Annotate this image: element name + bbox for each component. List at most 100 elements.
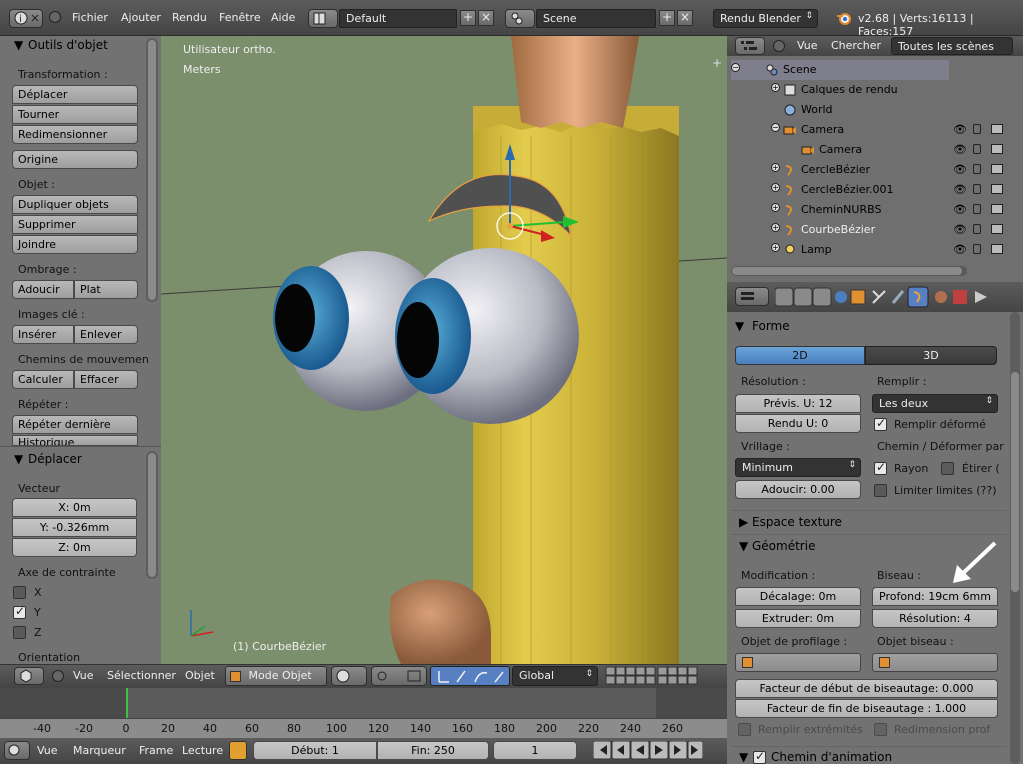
properties-editor-button[interactable] bbox=[735, 287, 769, 306]
shading-mode-button[interactable] bbox=[331, 666, 367, 686]
outliner-row[interactable]: − Scene bbox=[727, 60, 1023, 80]
twist-method-dropdown[interactable]: Minimum ⇕ bbox=[735, 458, 861, 477]
viewport-object-menu[interactable]: Objet bbox=[185, 669, 215, 682]
outliner-row[interactable]: + CercleBézier.001 👁 bbox=[727, 180, 1023, 200]
restrict-select-icon[interactable] bbox=[973, 204, 981, 214]
outliner-row[interactable]: + Calques de rendu bbox=[727, 80, 1023, 100]
fill-deformed-checkbox[interactable] bbox=[874, 416, 887, 431]
twist-smooth-field[interactable]: Adoucir: 0.00 bbox=[735, 480, 861, 499]
operator-scrollbar[interactable] bbox=[146, 451, 158, 579]
playback-controls[interactable] bbox=[592, 740, 704, 760]
outliner-row[interactable]: Camera 👁 bbox=[727, 140, 1023, 160]
outliner-row[interactable]: + CercleBézier 👁 bbox=[727, 160, 1023, 180]
pivot-and-manipulator-buttons[interactable] bbox=[371, 666, 427, 686]
eye-icon[interactable]: 👁 bbox=[953, 143, 967, 156]
outliner-hscrollbar[interactable] bbox=[731, 266, 967, 276]
expand-toggle-icon[interactable]: + bbox=[771, 243, 780, 252]
rotate-button[interactable]: Tourner bbox=[12, 105, 138, 124]
render-camera-icon[interactable] bbox=[991, 184, 1003, 194]
current-frame-field[interactable]: 1 bbox=[493, 741, 577, 760]
outliner-row[interactable]: + CheminNURBS 👁 bbox=[727, 200, 1023, 220]
join-button[interactable]: Joindre bbox=[12, 235, 138, 254]
extrude-field[interactable]: Extruder: 0m bbox=[735, 609, 861, 628]
render-camera-icon[interactable] bbox=[991, 124, 1003, 134]
duplicate-objects-button[interactable]: Dupliquer objets bbox=[12, 195, 138, 214]
path-animation-checkbox[interactable] bbox=[753, 749, 766, 764]
stretch-checkbox[interactable] bbox=[941, 462, 954, 475]
remove-keyframe-button[interactable]: Enlever bbox=[74, 325, 138, 344]
restrict-select-icon[interactable] bbox=[973, 144, 981, 154]
operator-collapse-icon[interactable]: ▼ bbox=[14, 452, 23, 466]
restrict-select-icon[interactable] bbox=[973, 124, 981, 134]
expand-toggle-icon[interactable]: − bbox=[731, 63, 740, 72]
menu-help[interactable]: Aide bbox=[271, 11, 295, 24]
repeat-last-button[interactable]: Répéter dernière bbox=[12, 415, 138, 434]
layout-name-field[interactable]: Default bbox=[339, 9, 457, 28]
properties-scrollbar[interactable] bbox=[1010, 312, 1020, 764]
render-engine-dropdown[interactable]: Rendu Blender ⇕ bbox=[713, 9, 818, 28]
bevel-depth-field[interactable]: Profond: 19cm 6mm bbox=[872, 587, 998, 606]
shape-3d-tab[interactable]: 3D bbox=[865, 346, 997, 365]
menu-window[interactable]: Fenêtre bbox=[219, 11, 261, 24]
eye-icon[interactable]: 👁 bbox=[953, 183, 967, 196]
start-frame-field[interactable]: Début: 1 bbox=[253, 741, 377, 760]
render-u-field[interactable]: Rendu U: 0 bbox=[735, 414, 861, 433]
menu-add[interactable]: Ajouter bbox=[121, 11, 161, 24]
layer-buttons[interactable] bbox=[604, 666, 704, 686]
outliner-search-menu[interactable]: Chercher bbox=[831, 39, 881, 52]
scene-dropdown-button[interactable] bbox=[505, 9, 535, 28]
eye-icon[interactable]: 👁 bbox=[953, 123, 967, 136]
properties-toggle-icon[interactable]: + bbox=[712, 56, 722, 70]
eye-icon[interactable]: 👁 bbox=[953, 243, 967, 256]
constraint-y-checkbox[interactable] bbox=[13, 604, 26, 619]
restrict-select-icon[interactable] bbox=[973, 184, 981, 194]
delete-layout-button[interactable]: × bbox=[478, 10, 494, 26]
history-button[interactable]: Historique bbox=[12, 435, 138, 446]
restrict-select-icon[interactable] bbox=[973, 244, 981, 254]
properties-context-tabs[interactable] bbox=[774, 286, 995, 308]
outliner-row[interactable]: + CourbeBézier 👁 bbox=[727, 220, 1023, 240]
bevel-object-field[interactable] bbox=[872, 653, 998, 672]
timeline-frame-menu[interactable]: Frame bbox=[139, 744, 173, 757]
shade-flat-button[interactable]: Plat bbox=[74, 280, 138, 299]
bevel-resolution-field[interactable]: Résolution: 4 bbox=[872, 609, 998, 628]
outliner-row[interactable]: World bbox=[727, 100, 1023, 120]
preview-u-field[interactable]: Prévis. U: 12 bbox=[735, 394, 861, 413]
timeline-ruler[interactable]: -40 -20 0 20 40 60 80 100 120 140 160 180 200 220 240 2… bbox=[0, 718, 727, 738]
scene-name-field[interactable]: Scene bbox=[536, 9, 656, 28]
expand-toggle-icon[interactable]: + bbox=[771, 183, 780, 192]
timeline-editor-button[interactable] bbox=[4, 741, 30, 760]
vector-z-field[interactable]: Z: 0m bbox=[12, 538, 137, 557]
texture-space-panel-header[interactable]: ▶ Espace texture bbox=[731, 510, 1007, 532]
outliner-editor-button[interactable] bbox=[735, 37, 765, 55]
outliner-collapse-icon[interactable] bbox=[773, 40, 785, 52]
delete-button[interactable]: Supprimer bbox=[12, 215, 138, 234]
restrict-select-icon[interactable] bbox=[973, 164, 981, 174]
viewport-select-menu[interactable]: Sélectionner bbox=[107, 669, 176, 682]
render-camera-icon[interactable] bbox=[991, 204, 1003, 214]
shade-smooth-button[interactable]: Adoucir bbox=[12, 280, 74, 299]
add-scene-button[interactable]: + bbox=[659, 10, 675, 26]
render-camera-icon[interactable] bbox=[991, 144, 1003, 154]
bounds-clamp-checkbox[interactable] bbox=[874, 484, 887, 497]
timeline-marker-menu[interactable]: Marqueur bbox=[73, 744, 126, 757]
expand-toggle-icon[interactable]: + bbox=[771, 203, 780, 212]
layout-dropdown-button[interactable] bbox=[308, 9, 338, 28]
viewport-editor-button[interactable] bbox=[14, 667, 44, 685]
shape-2d-tab[interactable]: 2D bbox=[735, 346, 865, 365]
collapse-menu-icon[interactable] bbox=[49, 11, 61, 23]
outliner-row[interactable]: − Camera 👁 bbox=[727, 120, 1023, 140]
scale-button[interactable]: Redimensionner bbox=[12, 125, 138, 144]
eye-icon[interactable]: 👁 bbox=[953, 203, 967, 216]
eye-icon[interactable]: 👁 bbox=[953, 223, 967, 236]
fill-mode-dropdown[interactable]: Les deux ⇕ bbox=[872, 394, 998, 413]
interaction-mode-dropdown[interactable]: Mode Objet bbox=[225, 666, 327, 686]
3d-viewport[interactable]: Utilisateur ortho. Meters (1) CourbeBézi… bbox=[161, 36, 727, 664]
offset-field[interactable]: Décalage: 0m bbox=[735, 587, 861, 606]
vector-x-field[interactable]: X: 0m bbox=[12, 498, 137, 517]
expand-toggle-icon[interactable]: + bbox=[771, 163, 780, 172]
origin-button[interactable]: Origine bbox=[12, 150, 138, 169]
current-frame-cursor[interactable] bbox=[126, 688, 128, 718]
editor-type-button[interactable]: i bbox=[9, 9, 43, 28]
transform-orientation-dropdown[interactable]: Global ⇕ bbox=[512, 666, 598, 686]
